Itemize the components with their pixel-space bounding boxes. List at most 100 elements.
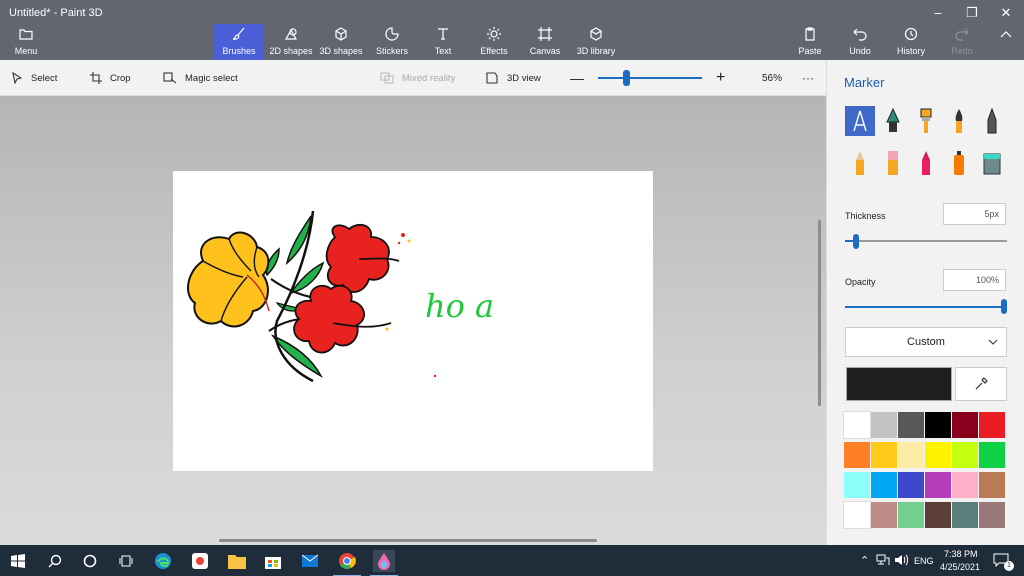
tool-bar: Select Crop Magic select Mixed reality 3…	[0, 60, 826, 96]
tab-text[interactable]: Text	[423, 24, 463, 60]
tab-canvas[interactable]: Canvas	[526, 24, 564, 60]
opacity-slider-fill	[845, 306, 1007, 308]
chrome-app[interactable]	[333, 550, 361, 576]
language-indicator[interactable]: ENG	[914, 556, 934, 566]
collapse-ribbon-button[interactable]	[996, 24, 1016, 60]
color-swatch[interactable]	[952, 442, 978, 468]
tab-brushes[interactable]: Brushes	[214, 24, 264, 60]
vertical-scrollbar[interactable]	[818, 220, 821, 406]
color-swatch[interactable]	[871, 412, 897, 438]
ribbon-bar: Untitled* - Paint 3D – ❐ ✕ Menu Brushes …	[0, 0, 1024, 60]
redo-button[interactable]: Redo	[950, 24, 974, 60]
color-swatch[interactable]	[979, 472, 1005, 498]
color-swatch[interactable]	[898, 502, 924, 528]
color-mode-dropdown[interactable]: Custom	[845, 327, 1007, 357]
clock-date[interactable]: 4/25/2021	[940, 562, 980, 572]
color-swatch[interactable]	[925, 442, 951, 468]
color-swatch[interactable]	[898, 412, 924, 438]
color-swatch[interactable]	[898, 472, 924, 498]
horizontal-scrollbar[interactable]	[219, 539, 597, 542]
search-button[interactable]	[44, 550, 66, 572]
paste-button[interactable]: Paste	[797, 24, 823, 60]
store-app[interactable]	[262, 550, 284, 572]
show-hidden-icons-button[interactable]: ⌃	[860, 554, 869, 567]
3d-view-button[interactable]: 3D view	[485, 70, 541, 86]
task-view-button[interactable]	[115, 550, 137, 572]
crayon-brush[interactable]	[911, 148, 941, 178]
paint-3d-app[interactable]	[370, 550, 398, 576]
opacity-slider-thumb[interactable]	[1001, 299, 1007, 314]
pixel-pen-brush[interactable]	[977, 106, 1007, 136]
thickness-input[interactable]: 5px	[943, 203, 1006, 225]
color-swatch[interactable]	[844, 472, 870, 498]
color-swatch[interactable]	[925, 472, 951, 498]
thickness-slider-thumb[interactable]	[853, 234, 859, 249]
color-swatch[interactable]	[979, 502, 1005, 528]
color-swatch[interactable]	[952, 412, 978, 438]
zoom-in-button[interactable]: +	[716, 69, 725, 86]
color-swatch[interactable]	[925, 412, 951, 438]
close-button[interactable]: ✕	[992, 4, 1020, 22]
current-color-swatch[interactable]	[846, 367, 952, 401]
edge-app[interactable]	[152, 550, 174, 572]
zoom-slider[interactable]	[598, 77, 702, 79]
opacity-input[interactable]: 100%	[943, 269, 1006, 291]
maximize-button[interactable]: ❐	[958, 4, 986, 22]
file-explorer-app[interactable]	[226, 550, 248, 572]
undo-button[interactable]: Undo	[847, 24, 873, 60]
tab-3d-library[interactable]: 3D library	[574, 24, 618, 60]
watercolor-brush[interactable]	[944, 106, 974, 136]
color-swatch[interactable]	[843, 411, 871, 439]
more-options-button[interactable]: ···	[802, 70, 814, 86]
color-swatch[interactable]	[925, 502, 951, 528]
tab-effects[interactable]: Effects	[474, 24, 514, 60]
zoom-out-button[interactable]: —	[570, 70, 584, 86]
zoom-slider-thumb[interactable]	[623, 70, 630, 86]
oil-brush[interactable]	[911, 106, 941, 136]
pixel-pen-icon	[987, 108, 997, 134]
paint-dot	[433, 374, 437, 378]
minimize-button[interactable]: –	[924, 4, 952, 22]
clock-time[interactable]: 7:38 PM	[944, 549, 978, 559]
network-icon[interactable]	[876, 554, 890, 568]
history-button[interactable]: History	[896, 24, 926, 60]
select-button[interactable]: Select	[12, 70, 57, 86]
photos-app[interactable]	[189, 550, 211, 572]
start-button[interactable]	[7, 550, 29, 572]
menu-button[interactable]: Menu	[6, 24, 46, 60]
tab-2d-shapes[interactable]: 2D shapes	[268, 24, 314, 60]
color-swatch[interactable]	[871, 502, 897, 528]
tab-3d-shapes[interactable]: 3D shapes	[318, 24, 364, 60]
magic-select-button[interactable]: Magic select	[163, 70, 238, 86]
text-icon	[423, 27, 463, 44]
crop-button[interactable]: Crop	[90, 70, 131, 86]
color-swatch[interactable]	[979, 412, 1005, 438]
color-swatch[interactable]	[844, 442, 870, 468]
color-swatch[interactable]	[871, 472, 897, 498]
eyedropper-button[interactable]	[955, 367, 1007, 401]
calligraphy-pen-brush[interactable]	[878, 106, 908, 136]
tab-stickers[interactable]: Stickers	[370, 24, 414, 60]
color-swatch[interactable]	[979, 442, 1005, 468]
color-swatch[interactable]	[871, 442, 897, 468]
color-swatch[interactable]	[843, 501, 871, 529]
zoom-level: 56%	[762, 72, 783, 84]
calligraphy-pen-icon	[886, 108, 900, 132]
notification-count-badge: 1	[1004, 561, 1014, 571]
color-swatch[interactable]	[898, 442, 924, 468]
pencil-brush[interactable]	[845, 148, 875, 178]
thickness-slider[interactable]	[845, 240, 1007, 242]
eraser-brush[interactable]	[878, 148, 908, 178]
mixed-reality-icon	[380, 72, 394, 84]
color-swatch[interactable]	[952, 502, 978, 528]
color-swatch[interactable]	[952, 472, 978, 498]
marker-brush[interactable]	[845, 106, 875, 136]
spray-can-brush[interactable]	[944, 148, 974, 178]
fill-brush[interactable]	[977, 148, 1007, 178]
mixed-reality-button[interactable]: Mixed reality	[380, 70, 455, 86]
mail-app[interactable]	[299, 550, 321, 572]
drawing-canvas[interactable]: ho a	[173, 171, 653, 471]
volume-icon[interactable]	[894, 554, 908, 568]
cortana-button[interactable]	[79, 550, 101, 572]
2d-shapes-icon	[268, 27, 314, 44]
